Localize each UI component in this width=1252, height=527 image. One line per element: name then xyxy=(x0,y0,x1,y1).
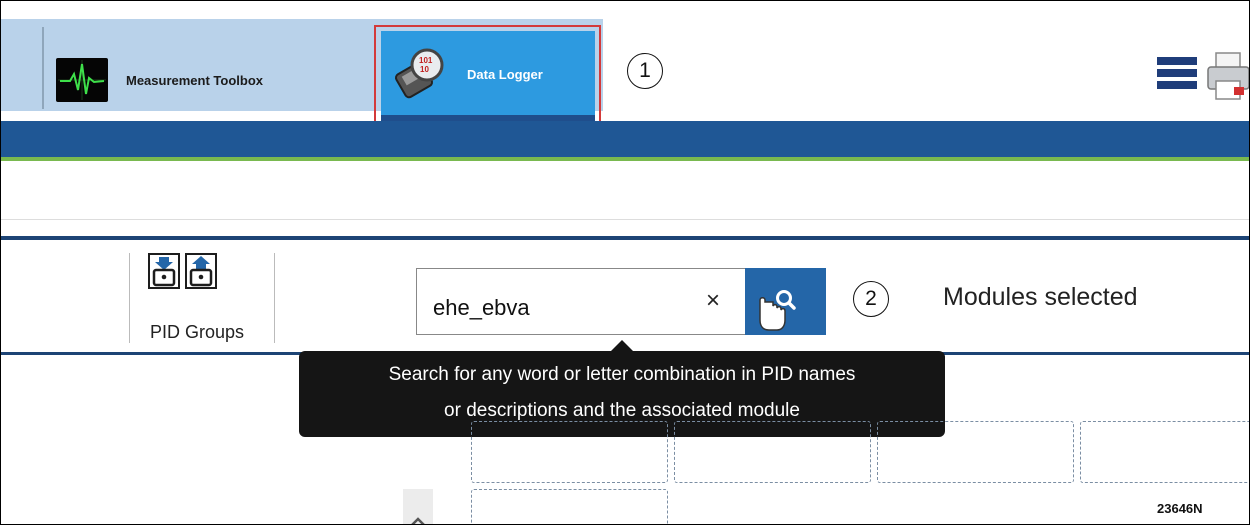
menu-icon[interactable] xyxy=(1157,57,1197,91)
header-band xyxy=(1,121,1249,157)
search-button[interactable] xyxy=(745,268,826,335)
screenshot-frame: Measurement Toolbox 101 10 Data Logger 1 xyxy=(0,0,1250,525)
tab-measurement-toolbox[interactable]: Measurement Toolbox xyxy=(56,51,356,109)
chevron-up-icon xyxy=(411,517,425,524)
toolbar-empty-area xyxy=(603,19,1156,111)
pid-groups-label: PID Groups xyxy=(150,322,245,342)
search-input[interactable]: ehe_ebva × xyxy=(416,268,746,335)
modules-selected-label: Modules selected xyxy=(943,283,1138,311)
pid-slot[interactable] xyxy=(877,421,1074,483)
pid-slot[interactable] xyxy=(674,421,871,483)
figure-id: 23646N xyxy=(1157,501,1203,516)
pid-slot[interactable] xyxy=(471,421,668,483)
pid-slot[interactable] xyxy=(1080,421,1249,483)
oscilloscope-icon xyxy=(56,58,108,102)
pid-group-import-button[interactable] xyxy=(148,253,180,289)
pid-slot[interactable] xyxy=(471,489,668,524)
tooltip-text-line: Search for any word or letter combinatio… xyxy=(388,364,856,385)
callout-highlight-box xyxy=(374,25,601,127)
header-accent xyxy=(1,157,1249,161)
search-icon xyxy=(759,290,796,331)
search-input-value: ehe_ebva xyxy=(433,295,530,320)
tooltip-text-line: or descriptions and the associated modul… xyxy=(444,400,800,421)
pid-groups-panel: PID Groups xyxy=(129,253,275,343)
tab-label: Measurement Toolbox xyxy=(126,72,264,88)
scroll-up-button[interactable] xyxy=(403,489,433,524)
divider xyxy=(1,219,1249,220)
printer-icon[interactable] xyxy=(1206,51,1249,106)
pid-group-export-button[interactable] xyxy=(185,253,217,289)
clear-search-button[interactable]: × xyxy=(699,287,727,315)
divider xyxy=(1,236,1249,240)
toolbar-divider xyxy=(42,27,44,109)
callout-marker-1: 1 xyxy=(627,53,663,89)
callout-marker-2: 2 xyxy=(853,281,889,317)
